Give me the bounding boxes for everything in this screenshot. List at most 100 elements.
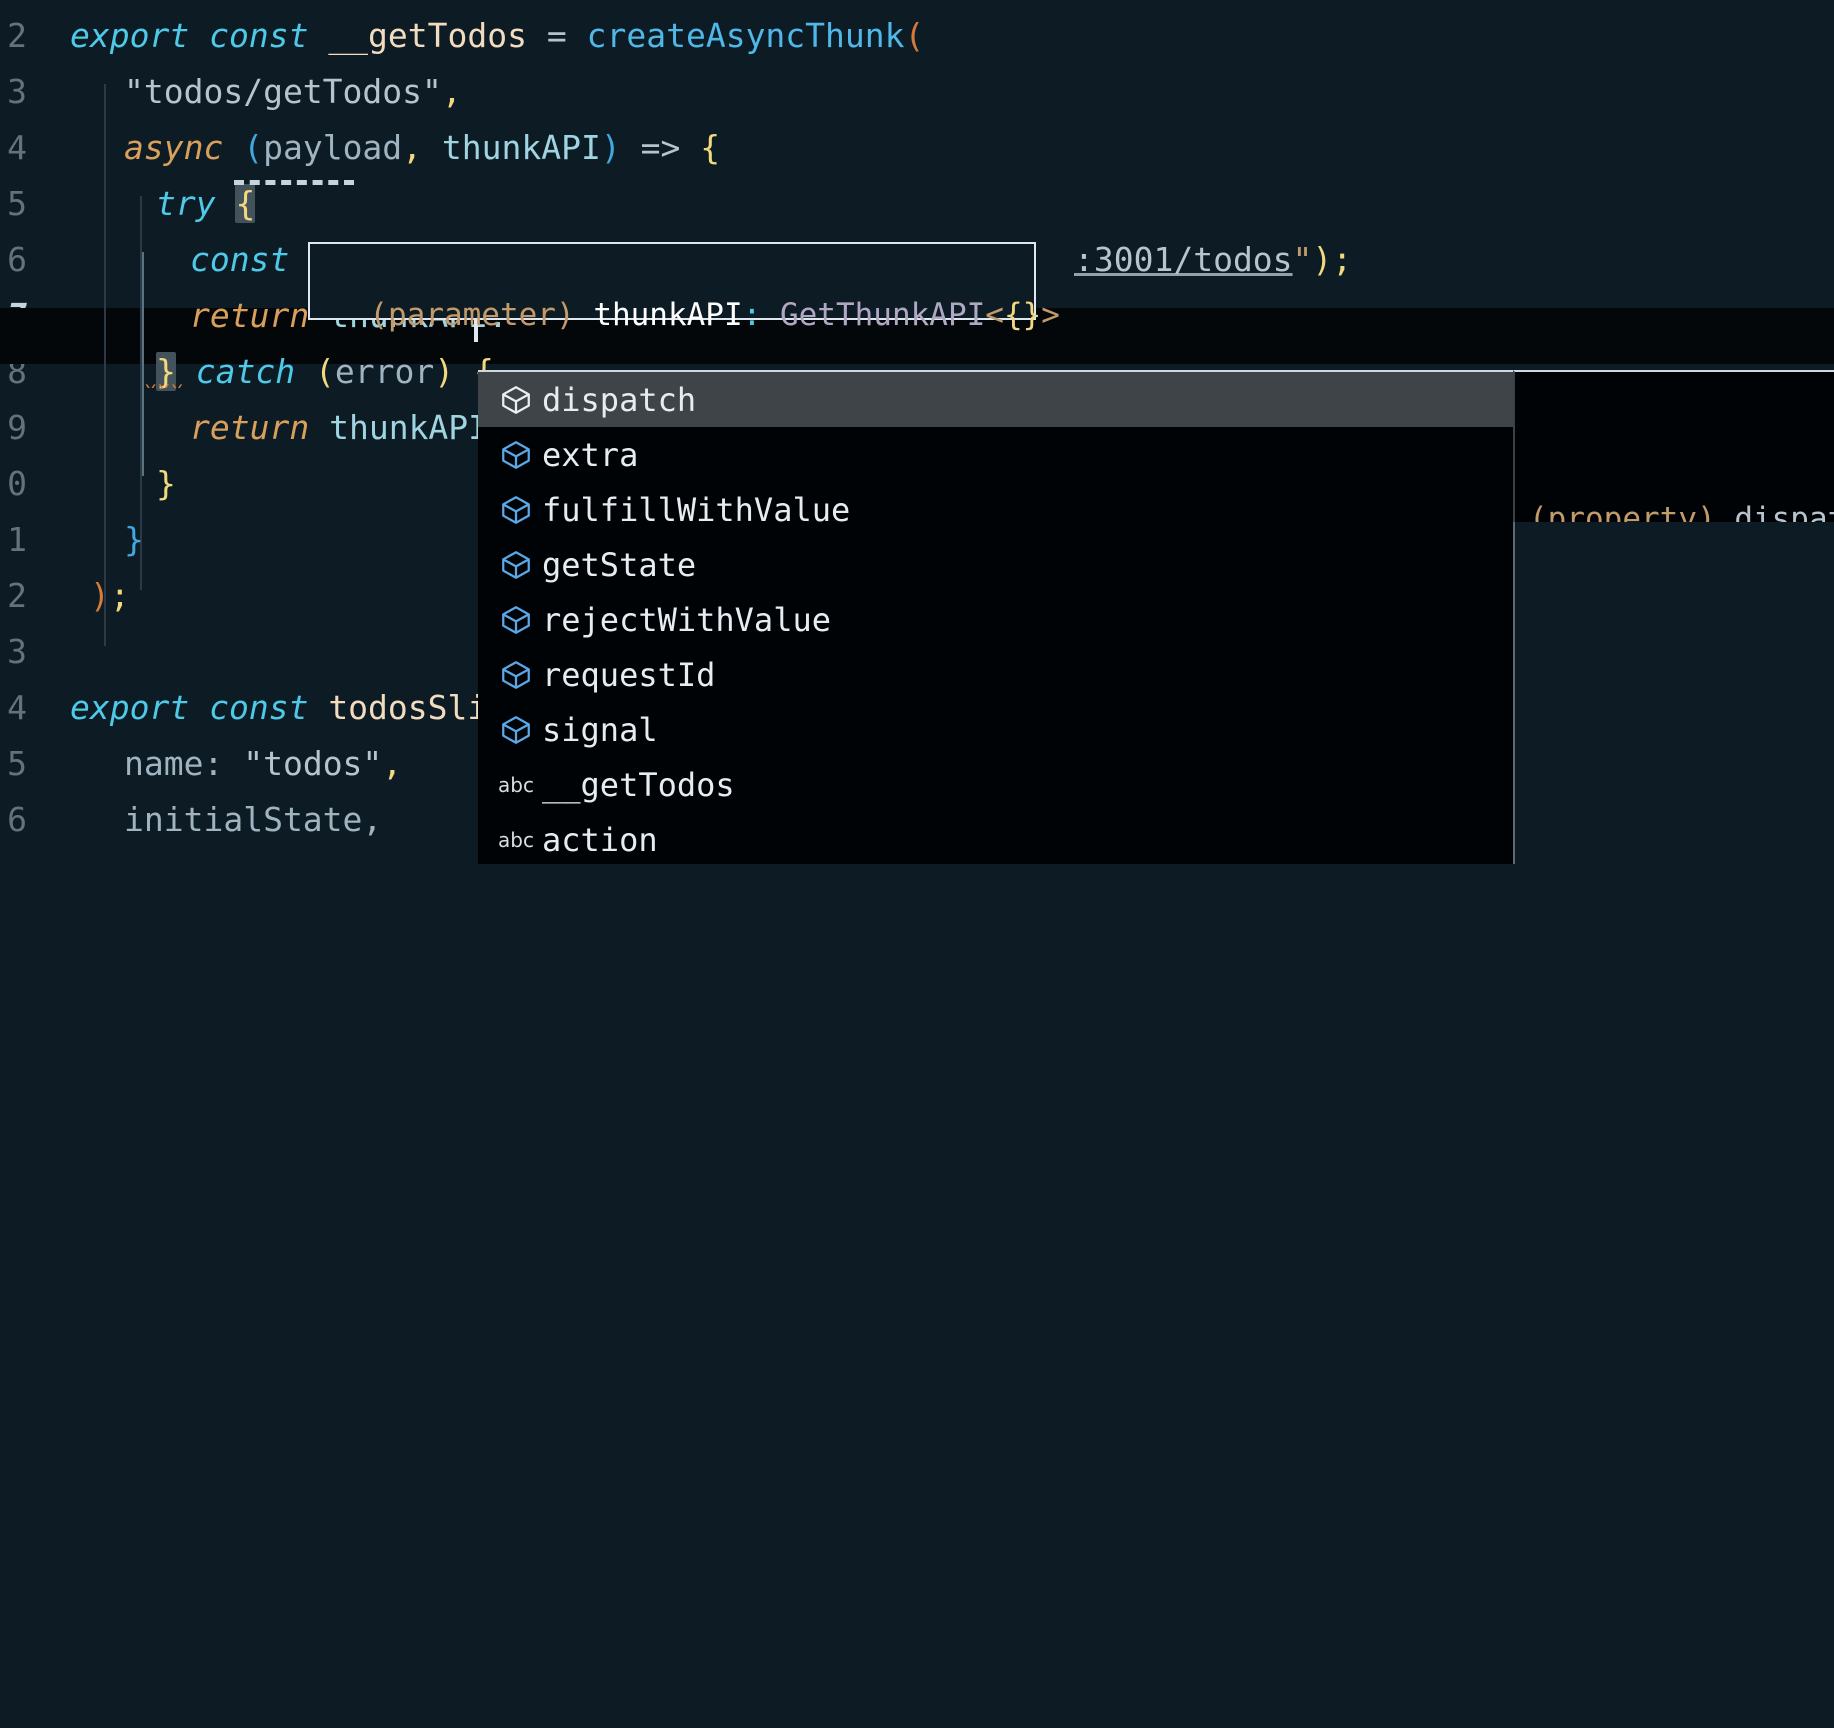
paren-open: ( [314, 352, 335, 391]
tooltip-kind: (parameter) [369, 296, 575, 333]
operator-equals: = [546, 16, 567, 55]
line-number: 1 [7, 520, 27, 559]
tooltip-type-name: GetThunkAPI [779, 296, 986, 333]
keyword-const: const [209, 688, 309, 727]
line-number: 2 [7, 16, 27, 55]
paren-close-semi: ); [1312, 240, 1353, 279]
code-line: ); [90, 576, 130, 615]
code-line-tail: :3001/todos"); [1074, 232, 1352, 288]
code-line: } catch (error) { [156, 344, 494, 400]
url-text: :3001/todos [1074, 240, 1293, 279]
error-squiggle: ⌄⌄⌄ [144, 378, 184, 388]
hover-type-tooltip: (parameter) thunkAPI: GetThunkAPI<{}> [308, 242, 1060, 333]
line-number: 6 [7, 800, 27, 839]
property-cube-icon [490, 713, 542, 747]
paren-open: ( [243, 128, 264, 167]
line-number: 3 [7, 632, 27, 671]
keyword-export: export [70, 16, 190, 55]
keyword-async: async [124, 128, 224, 167]
object-key-initialState: initialState, [124, 800, 383, 839]
suggest-item[interactable]: dispatch [478, 372, 1513, 427]
tooltip-generic-open: < [985, 296, 1004, 333]
keyword-return: return [190, 296, 310, 335]
details-symbol: dispat [1734, 500, 1834, 522]
details-kind: (property) [1529, 500, 1735, 522]
line-number-gutter: 2 3 4 5 6 7 8 9 0 1 2 3 4 5 6 [0, 0, 34, 864]
tooltip-colon: : [742, 296, 762, 333]
comma: , [382, 744, 403, 783]
comma: , [441, 72, 462, 111]
string-literal: "todos" [243, 744, 383, 783]
suggest-item-label: action [542, 820, 658, 859]
code-line: async (payload, thunkAPI) => { [124, 128, 721, 167]
quote: " [1292, 240, 1313, 279]
keyword-const: const [190, 240, 290, 279]
suggest-item[interactable]: abc action [478, 812, 1513, 867]
suggest-item[interactable]: rejectWithValue [478, 592, 1513, 647]
arrow-operator: => [640, 128, 681, 167]
comma: , [402, 128, 423, 167]
keyword-return: return [190, 408, 310, 447]
line-number: 4 [7, 128, 27, 167]
property-cube-icon [490, 603, 542, 637]
code-line: } [156, 456, 176, 512]
string-literal: "todos/getTodos" [124, 72, 442, 111]
tooltip-generic-close: > [1041, 296, 1060, 333]
paren-open: ( [904, 16, 925, 55]
keyword-export: export [70, 688, 190, 727]
semicolon: ; [109, 576, 130, 615]
suggest-item-label: signal [542, 710, 658, 749]
property-cube-icon [490, 383, 542, 417]
keyword-const: const [209, 16, 309, 55]
line-number: 2 [7, 576, 27, 615]
param-error: error [334, 352, 435, 391]
suggest-item-label: requestId [542, 655, 716, 694]
code-line: return thunkAPI. [190, 400, 508, 456]
code-line: initialState, [124, 792, 382, 848]
suggest-item[interactable]: requestId [478, 647, 1513, 702]
code-line: } [124, 512, 144, 568]
suggest-item[interactable]: signal [478, 702, 1513, 757]
identifier-getTodos: __getTodos [328, 16, 527, 55]
details-line-1: (property) dispat [1529, 493, 1834, 522]
suggest-item-label: extra [542, 435, 639, 474]
brace-close: } [156, 464, 176, 503]
object-key-name: name: [124, 744, 224, 783]
line-number: 5 [7, 744, 27, 783]
code-line: name: "todos", [124, 736, 402, 792]
property-cube-icon [490, 493, 542, 527]
suggest-item[interactable]: getState [478, 537, 1513, 592]
brace-open-highlighted: { [235, 184, 256, 223]
autocomplete-suggest-widget[interactable]: dispatch extra fulfillWithValue getState… [478, 370, 1513, 864]
code-line: "todos/getTodos", [124, 64, 462, 120]
param-payload: payload [263, 128, 403, 167]
line-number: 6 [7, 240, 27, 279]
brace-close: } [124, 520, 144, 559]
suggest-item[interactable]: extra [478, 427, 1513, 482]
suggest-item[interactable]: fulfillWithValue [478, 482, 1513, 537]
property-cube-icon [490, 548, 542, 582]
line-number: 4 [7, 688, 27, 727]
suggest-item-label: fulfillWithValue [542, 490, 851, 529]
property-cube-icon [490, 438, 542, 472]
dashed-underline [234, 180, 354, 185]
line-number: 5 [7, 184, 27, 223]
suggest-item[interactable]: abc __getTodos [478, 757, 1513, 812]
tooltip-symbol-name: thunkAPI [593, 296, 743, 333]
abc-text-icon: abc [498, 827, 534, 852]
suggest-item-label: getState [542, 545, 697, 584]
line-number: 0 [7, 464, 27, 503]
suggest-item-label: rejectWithValue [542, 600, 831, 639]
suggest-details-panel: (property) dispat own, unknown, Any [1513, 370, 1834, 522]
param-thunkAPI: thunkAPI [441, 128, 601, 167]
suggest-item-label: dispatch [542, 380, 697, 419]
property-cube-icon [490, 658, 542, 692]
code-line: export const todosSlic [70, 680, 507, 736]
identifier-createAsyncThunk: createAsyncThunk [586, 16, 905, 55]
tooltip-generic-body: {} [1003, 296, 1042, 333]
line-number: 3 [7, 72, 27, 111]
abc-text-icon: abc [498, 772, 534, 797]
details-panel-divider [1513, 522, 1515, 864]
keyword-catch: catch [195, 352, 296, 391]
suggest-item-label: __getTodos [542, 765, 735, 804]
